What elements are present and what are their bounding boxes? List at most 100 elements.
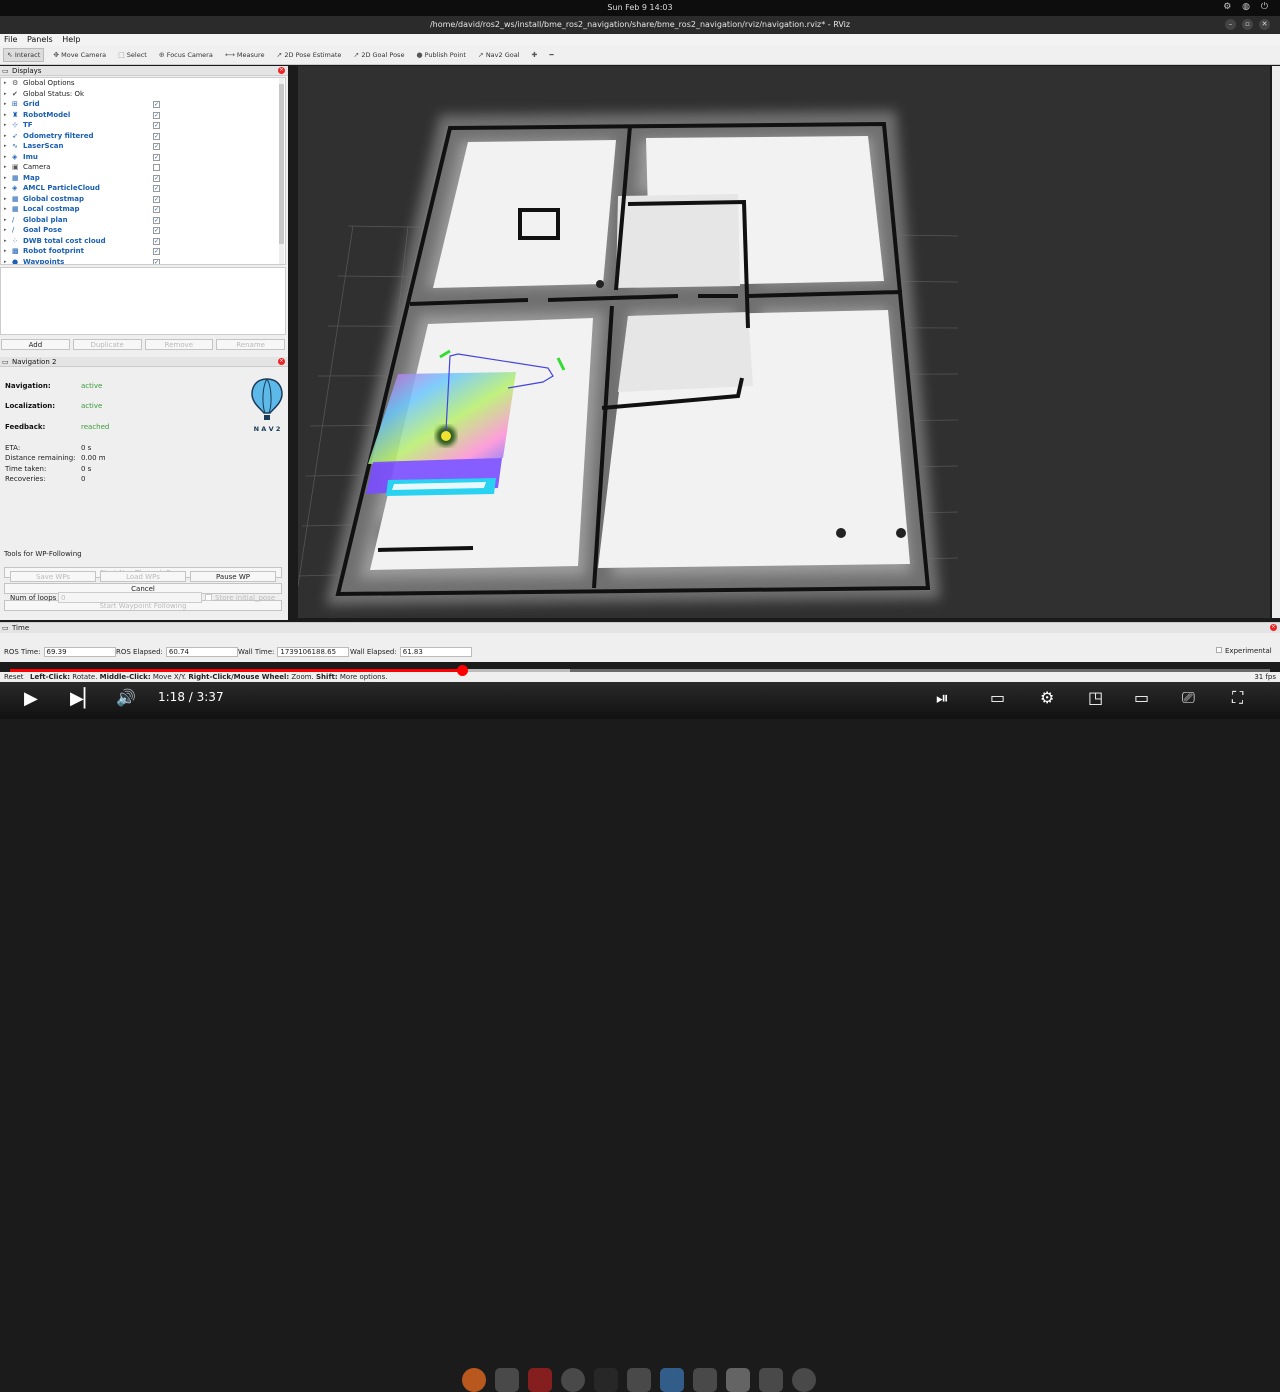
expand-arrow-icon[interactable]: ▸ [4,194,7,205]
maximize-icon[interactable]: ▫ [1242,19,1253,30]
display-item[interactable]: ▸ ♜ RobotModel ✓ [1,110,285,121]
display-enabled-checkbox[interactable]: ✓ [153,174,160,182]
tool-remove-tool-icon[interactable]: ━ [546,49,556,61]
expand-arrow-icon[interactable]: ▸ [4,89,7,100]
displays-scrollbar[interactable] [279,78,284,264]
save-wps-button[interactable]: Save WPs [10,571,96,582]
display-enabled-checkbox[interactable] [153,164,160,171]
video-progress-bar[interactable] [10,665,1270,676]
tool-2d-pose-estimate[interactable]: ➚ 2D Pose Estimate [274,49,345,61]
duplicate-display-button[interactable]: Duplicate [72,339,142,350]
remove-display-button[interactable]: Remove [144,339,214,350]
tool-add-tool-icon[interactable]: ✚ [529,49,541,61]
display-enabled-checkbox[interactable]: ✓ [153,143,160,150]
expand-arrow-icon[interactable]: ▸ [4,183,7,194]
num-loops-input[interactable]: 0 [58,592,202,603]
experimental-checkbox[interactable] [1216,647,1222,653]
expand-arrow-icon[interactable]: ▸ [4,131,7,142]
display-enabled-checkbox[interactable]: ✓ [153,132,160,140]
expand-arrow-icon[interactable]: ▸ [4,120,7,131]
rename-display-button[interactable]: Rename [216,339,285,350]
next-icon[interactable]: ▶▏ [70,688,98,709]
expand-arrow-icon[interactable]: ▸ [4,236,7,247]
expand-arrow-icon[interactable]: ▸ [4,204,7,215]
display-item[interactable]: ▸ ⁘ DWB total cost cloud ✓ [1,236,285,247]
add-display-button[interactable]: Add [1,339,70,350]
updates-icon[interactable] [792,1368,816,1392]
volume-icon[interactable]: 🔊 [116,688,136,707]
display-item[interactable]: ▸ ∕ Global plan ✓ [1,215,285,226]
display-enabled-checkbox[interactable]: ✓ [153,185,160,192]
minimize-icon[interactable]: – [1225,19,1236,30]
close-icon[interactable]: ✕ [1259,19,1270,30]
display-enabled-checkbox[interactable]: ✓ [153,195,160,203]
display-item[interactable]: ▸ ▦ Map ✓ [1,173,285,184]
display-item[interactable]: ▸ ✔ Global Status: Ok [1,89,285,100]
editor-icon[interactable] [660,1368,684,1392]
settings-app-icon[interactable] [561,1368,585,1392]
display-enabled-checkbox[interactable]: ✓ [153,227,160,234]
cast-icon[interactable]: ⎚ [1182,688,1195,708]
display-item[interactable]: ▸ ⊞ Grid ✓ [1,99,285,110]
disk-icon[interactable] [759,1368,783,1392]
tool-select[interactable]: ⬚ Select [115,49,150,61]
tool-focus-camera[interactable]: ⊕ Focus Camera [156,49,216,61]
load-wps-button[interactable]: Load WPs [100,571,186,582]
tool-nav2-goal[interactable]: ➚ Nav2 Goal [475,49,523,61]
expand-arrow-icon[interactable]: ▸ [4,225,7,236]
menu-panels[interactable]: Panels [23,34,56,44]
theater-mode-icon[interactable]: ▭ [1134,688,1149,707]
display-item[interactable]: ▸ ▣ Camera [1,162,285,173]
expand-arrow-icon[interactable]: ▸ [4,246,7,257]
pause-wp-button[interactable]: Pause WP [190,571,276,582]
close-icon[interactable]: × [278,358,285,365]
monitor-icon[interactable] [594,1368,618,1392]
terminal-icon[interactable] [528,1368,552,1392]
subtitles-icon[interactable]: ▭ [990,688,1005,707]
expand-arrow-icon[interactable]: ▸ [4,110,7,121]
display-enabled-checkbox[interactable]: ✓ [153,206,160,213]
autoplay-toggle-icon[interactable]: ⏯ [936,688,949,708]
display-item[interactable]: ▸ ◈ Imu ✓ [1,152,285,163]
display-enabled-checkbox[interactable]: ✓ [153,248,160,255]
display-item[interactable]: ▸ ⚙ Global Options [1,78,285,89]
tool-interact[interactable]: ⇖ Interact [3,48,45,62]
play-icon[interactable]: ▶ [24,688,38,709]
close-icon[interactable]: × [1270,624,1277,631]
fullscreen-icon[interactable]: ⛶ [1232,688,1243,708]
rviz-active-icon[interactable] [726,1368,750,1392]
display-item[interactable]: ▸ ∿ LaserScan ✓ [1,141,285,152]
display-enabled-checkbox[interactable]: ✓ [153,216,160,224]
settings-gear-icon[interactable]: ⚙ [1040,688,1054,707]
firefox-icon[interactable] [462,1368,486,1392]
reset-button[interactable]: Reset [4,673,24,681]
expand-arrow-icon[interactable]: ▸ [4,99,7,110]
display-item[interactable]: ▸ ● Waypoints ✓ [1,257,285,265]
display-item[interactable]: ▸ ➶ Odometry filtered ✓ [1,131,285,142]
display-item[interactable]: ▸ ▩ Robot footprint ✓ [1,246,285,257]
tool-measure[interactable]: ⟷ Measure [222,49,268,61]
tool-publish-point[interactable]: ● Publish Point [413,49,468,61]
expand-arrow-icon[interactable]: ▸ [4,215,7,226]
system-tray-icons[interactable]: ⚙ ◍ ⏻ [1223,2,1272,12]
rviz-icon[interactable] [693,1368,717,1392]
miniplayer-icon[interactable]: ◳ [1088,688,1103,707]
expand-arrow-icon[interactable]: ▸ [4,141,7,152]
display-enabled-checkbox[interactable]: ✓ [153,122,160,129]
display-item[interactable]: ▸ ∕ Goal Pose ✓ [1,225,285,236]
tool-move-camera[interactable]: ✥ Move Camera [50,49,109,61]
expand-arrow-icon[interactable]: ▸ [4,152,7,163]
menu-help[interactable]: Help [58,34,83,44]
display-item[interactable]: ▸ ▦ Local costmap ✓ [1,204,285,215]
system-clock[interactable]: Sun Feb 9 14:03 [0,3,1280,12]
display-enabled-checkbox[interactable]: ✓ [153,153,160,161]
store-initial-pose-checkbox[interactable] [205,594,212,601]
display-item[interactable]: ▸ ⊹ TF ✓ [1,120,285,131]
expand-arrow-icon[interactable]: ▸ [4,173,7,184]
display-enabled-checkbox[interactable]: ✓ [153,258,160,264]
display-enabled-checkbox[interactable]: ✓ [153,237,160,245]
expand-arrow-icon[interactable]: ▸ [4,257,7,265]
display-enabled-checkbox[interactable]: ✓ [153,111,160,119]
map-render[interactable] [298,66,1270,618]
display-item[interactable]: ▸ ▦ Global costmap ✓ [1,194,285,205]
